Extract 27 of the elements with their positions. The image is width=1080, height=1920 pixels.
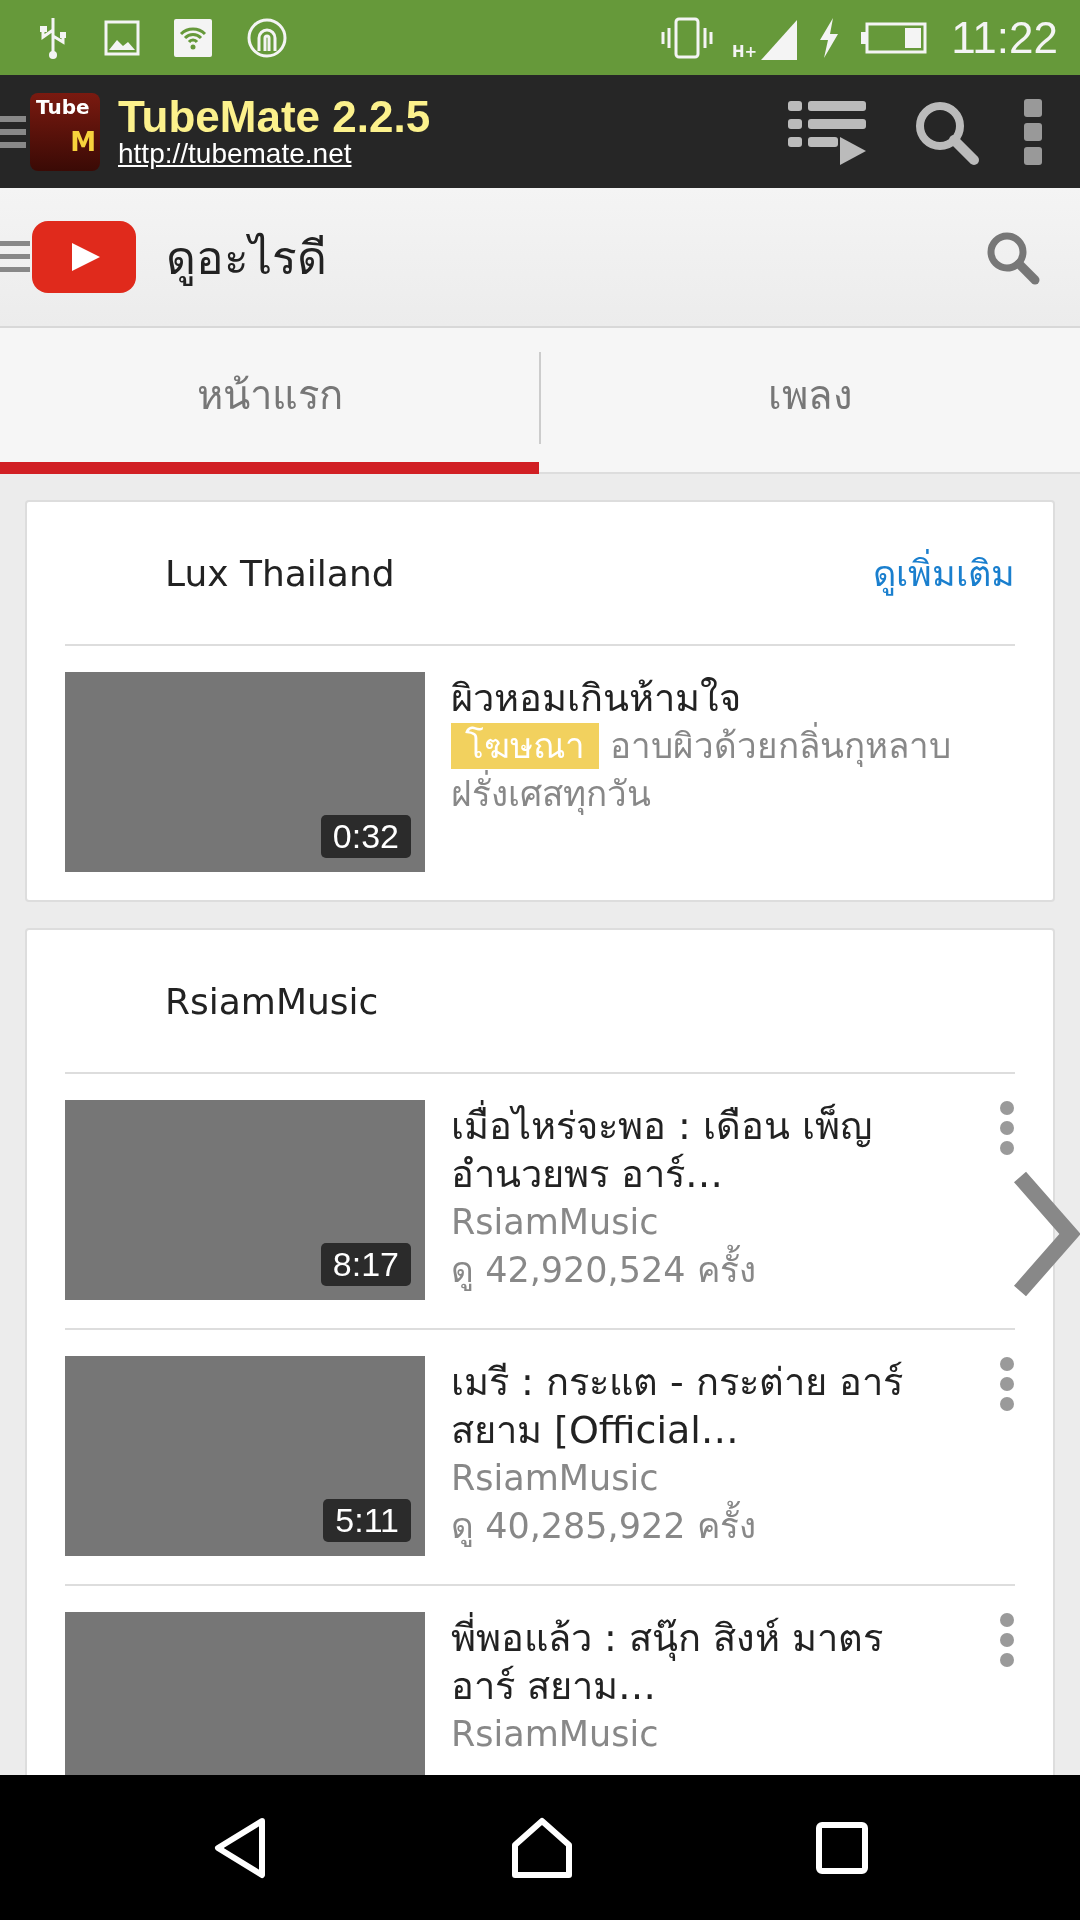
tab[interactable]: เพลง <box>541 328 1080 474</box>
video-title[interactable]: เมรี : กระแต - กระต่าย อาร์ สยาม [Official… <box>451 1358 949 1454</box>
see-more-link[interactable]: ดูเพิ่มเติม <box>873 544 1015 602</box>
network-type: H+ <box>732 44 758 60</box>
website-link[interactable]: http://tubemate.net <box>118 138 786 169</box>
clock: 11:22 <box>951 12 1058 63</box>
video-title[interactable]: ผิวหอมเกินห้ามใจ <box>451 674 975 722</box>
view-count: ดู 40,285,922 ครั้ง <box>451 1502 949 1550</box>
view-count: ดู 42,920,524 ครั้ง <box>451 1246 949 1294</box>
channel-name[interactable]: Lux Thailand <box>65 552 873 594</box>
channel-name[interactable]: RsiamMusic <box>65 980 1015 1022</box>
video-channel: RsiamMusic <box>451 1713 660 1756</box>
tab[interactable]: หน้าแรก <box>0 328 539 474</box>
video-thumbnail[interactable]: 8:17 <box>65 1100 425 1300</box>
video-duration: 5:11 <box>323 1499 411 1542</box>
video-duration: 8:17 <box>320 1243 411 1286</box>
video-thumbnail[interactable]: 5:11 <box>65 1356 425 1556</box>
app-logo: Tube M <box>30 92 100 171</box>
app-title: TubeMate 2.2.5 <box>118 94 432 139</box>
video-channel: RsiamMusic <box>451 1457 660 1500</box>
video-thumbnail[interactable]: 0:32 <box>65 672 425 872</box>
video-title[interactable]: เมื่อไหร่จะพอ : เดือน เพ็ญ อำนวยพร อาร์… <box>451 1102 949 1198</box>
page-title: ดูอะไรดี <box>166 229 328 288</box>
video-title[interactable]: พี่พอแล้ว : สนุ๊ก สิงห์ มาตร อาร์ สยาม… <box>451 1614 949 1710</box>
video-duration: 0:32 <box>320 815 411 858</box>
video-channel: RsiamMusic <box>451 1201 660 1244</box>
video-description: โฆษณา อาบผิวด้วยกลิ่นกุหลาบฝรั่งเศสทุกวัน <box>451 722 975 818</box>
